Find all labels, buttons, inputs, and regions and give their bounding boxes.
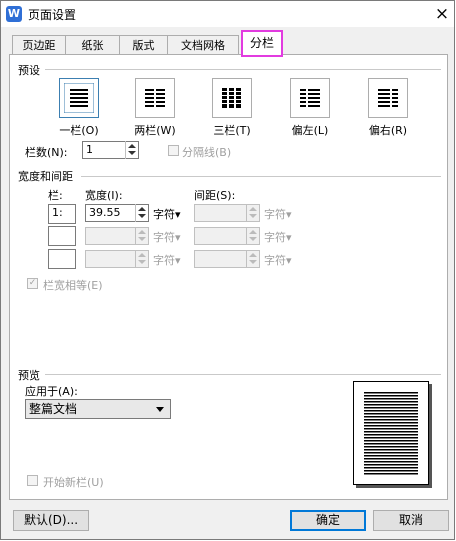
spacing-input-1[interactable] [194, 204, 260, 222]
width-spacing-section-label: 宽度和间距 [18, 170, 73, 183]
one-column-icon [64, 83, 94, 113]
new-column-label: 开始新栏(U) [43, 476, 104, 489]
preview-lines-icon [364, 392, 418, 475]
apply-to-select[interactable]: 整篇文档 [25, 399, 171, 419]
preview-page [353, 381, 429, 485]
col-number-1: 1: [48, 204, 76, 224]
col-number-1-text: 1: [52, 206, 63, 219]
preset-right-label: 偏右(R) [368, 124, 408, 137]
width-unit-2[interactable]: 字符▾ [153, 229, 181, 245]
column-count-stepper[interactable] [125, 141, 138, 159]
three-columns-icon [222, 88, 241, 108]
page-setup-dialog: W 页面设置 × 页边距 纸张 版式 文档网格 分栏 预设 一栏(O) 两栏(W… [0, 0, 455, 540]
preset-three-columns[interactable] [212, 78, 252, 118]
presets-divider [45, 69, 441, 70]
preset-left[interactable] [290, 78, 330, 118]
width-header: 宽度(I): [85, 189, 123, 202]
spacing-input-2[interactable] [194, 227, 260, 245]
wps-writer-icon: W [6, 6, 22, 22]
width-unit-1[interactable]: 字符▾ [153, 206, 181, 222]
apply-to-label: 应用于(A): [25, 385, 78, 398]
column-count-input[interactable]: 1 [82, 141, 139, 159]
window-title: 页面设置 [28, 8, 77, 22]
col-header: 栏: [48, 189, 63, 202]
equal-width-label: 栏宽相等(E) [43, 279, 103, 292]
width-stepper-1[interactable] [135, 204, 148, 222]
preset-one-column[interactable] [59, 78, 99, 118]
two-columns-icon [145, 89, 165, 107]
col-number-2 [48, 226, 76, 246]
spacing-stepper-2[interactable] [246, 227, 259, 245]
width-stepper-3[interactable] [135, 250, 148, 268]
preset-two-columns-label: 两栏(W) [134, 124, 176, 137]
spacing-input-3[interactable] [194, 250, 260, 268]
width-input-3[interactable] [85, 250, 149, 268]
left-column-icon [300, 89, 320, 107]
tab-paper[interactable]: 纸张 [65, 35, 120, 54]
title-bar: W 页面设置 × [1, 1, 454, 27]
spacing-unit-2[interactable]: 字符▾ [264, 229, 292, 245]
width-stepper-2[interactable] [135, 227, 148, 245]
spacing-header: 间距(S): [194, 189, 236, 202]
column-count-value: 1 [86, 143, 93, 156]
divider-line-label: 分隔线(B) [182, 146, 232, 159]
column-count-label: 栏数(N): [25, 146, 68, 159]
right-column-icon [378, 89, 398, 107]
close-icon[interactable]: × [431, 3, 453, 25]
equal-width-checkbox[interactable]: ✓ [27, 278, 38, 289]
default-button[interactable]: 默认(D)... [13, 510, 89, 531]
cancel-button[interactable]: 取消 [373, 510, 449, 531]
preset-one-column-label: 一栏(O) [59, 124, 99, 137]
tab-margins[interactable]: 页边距 [12, 35, 66, 54]
apply-to-value: 整篇文档 [29, 402, 78, 416]
spacing-unit-3[interactable]: 字符▾ [264, 252, 292, 268]
preview-divider [45, 374, 441, 375]
preset-two-columns[interactable] [135, 78, 175, 118]
tab-layout[interactable]: 版式 [119, 35, 168, 54]
width-input-2[interactable] [85, 227, 149, 245]
col-number-3 [48, 249, 76, 269]
preview-section-label: 预览 [18, 369, 40, 382]
divider-line-checkbox[interactable] [168, 145, 179, 156]
width-input-1[interactable]: 39.55 [85, 204, 149, 222]
spacing-stepper-1[interactable] [246, 204, 259, 222]
preset-left-label: 偏左(L) [291, 124, 329, 137]
preset-right[interactable] [368, 78, 408, 118]
ok-button[interactable]: 确定 [290, 510, 366, 531]
chevron-down-icon [156, 407, 164, 412]
presets-section-label: 预设 [18, 64, 40, 77]
spacing-unit-1[interactable]: 字符▾ [264, 206, 292, 222]
tab-document-grid[interactable]: 文档网格 [167, 35, 239, 54]
preset-three-columns-label: 三栏(T) [213, 124, 251, 137]
width-value-1: 39.55 [89, 206, 121, 219]
spacing-stepper-3[interactable] [246, 250, 259, 268]
new-column-checkbox[interactable] [27, 475, 38, 486]
tab-columns[interactable]: 分栏 [241, 30, 283, 57]
width-unit-3[interactable]: 字符▾ [153, 252, 181, 268]
width-spacing-divider [81, 176, 441, 177]
